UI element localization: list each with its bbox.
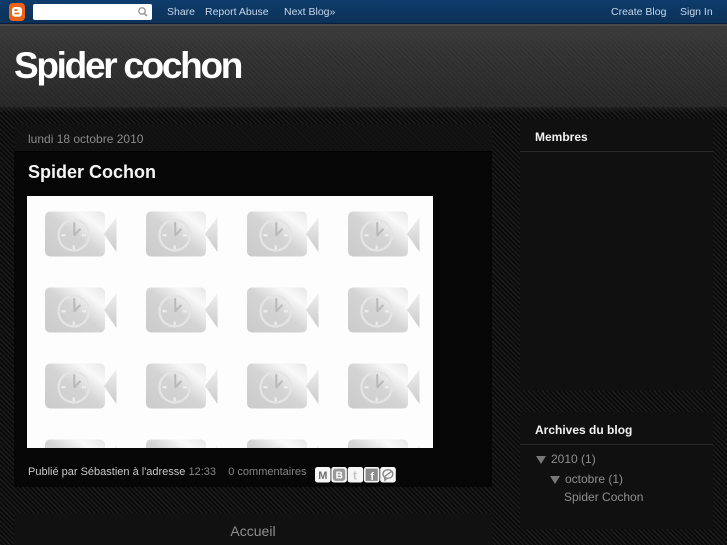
svg-text:f: f xyxy=(370,471,374,483)
svg-text:B: B xyxy=(336,471,343,482)
svg-text:t: t xyxy=(353,469,357,483)
svg-text:M: M xyxy=(318,470,327,482)
